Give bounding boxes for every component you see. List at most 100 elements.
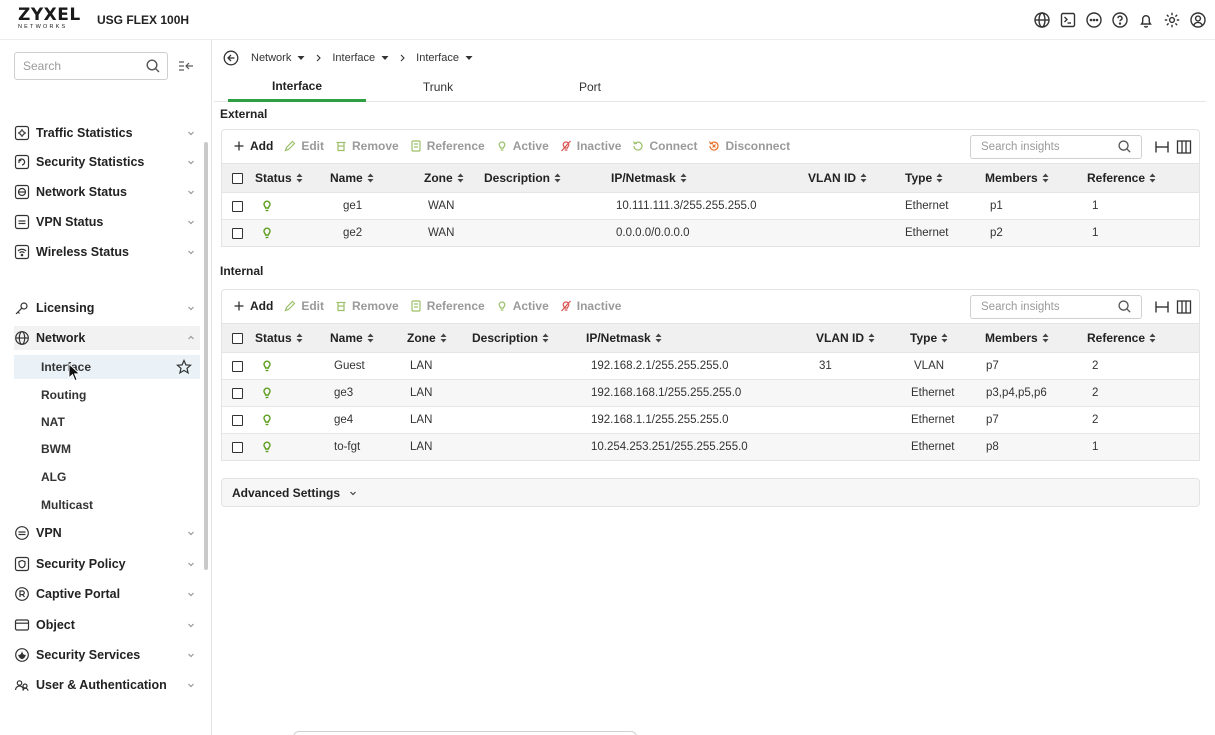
sidebar-search-input[interactable] <box>15 53 140 79</box>
sidebar-item-wireless-status[interactable]: Wireless Status <box>14 240 200 264</box>
star-icon[interactable] <box>176 359 192 375</box>
sidebar-scrollbar[interactable] <box>204 142 208 570</box>
column-header-reference[interactable]: Reference <box>1087 324 1156 352</box>
column-header-ip[interactable]: IP/Netmask <box>586 324 662 352</box>
row-checkbox[interactable] <box>232 387 243 399</box>
sort-icon <box>367 173 374 183</box>
connect-button[interactable]: Connect <box>631 139 697 153</box>
inactive-button[interactable]: Inactive <box>559 299 621 313</box>
sidebar-item-object[interactable]: Object <box>14 613 200 637</box>
sidebar-item-security-policy[interactable]: Security Policy <box>14 552 200 576</box>
sidebar-item-user-authentication[interactable]: User & Authentication <box>14 673 200 697</box>
sidebar-item-licensing[interactable]: Licensing <box>14 296 200 320</box>
edit-button[interactable]: Edit <box>283 139 324 153</box>
reference-button[interactable]: Reference <box>409 299 485 313</box>
shield-icon <box>15 648 29 662</box>
column-header-type[interactable]: Type <box>905 164 943 192</box>
column-header-description[interactable]: Description <box>472 324 549 352</box>
sidebar-item-security-statistics[interactable]: Security Statistics <box>14 150 200 174</box>
sidebar-subitem-interface[interactable]: Interface <box>14 355 200 379</box>
bell-icon[interactable] <box>1137 11 1155 29</box>
table-row[interactable]: ge3 LAN 192.168.168.1/255.255.255.0 Ethe… <box>222 379 1199 406</box>
chat-icon[interactable] <box>1085 11 1103 29</box>
column-header-reference[interactable]: Reference <box>1087 164 1156 192</box>
table-row[interactable]: ge4 LAN 192.168.1.1/255.255.255.0 Ethern… <box>222 406 1199 433</box>
column-label: Members <box>985 331 1038 345</box>
table-row[interactable]: to-fgt LAN 10.254.253.251/255.255.255.0 … <box>222 433 1199 460</box>
tab-interface[interactable]: Interface <box>228 72 366 102</box>
row-checkbox[interactable] <box>232 200 243 212</box>
settings-icon[interactable] <box>1163 11 1181 29</box>
table-row[interactable]: ge2 WAN 0.0.0.0/0.0.0.0 Ethernet p2 1 <box>222 219 1199 246</box>
tab-trunk[interactable]: Trunk <box>388 72 488 102</box>
select-all-checkbox[interactable] <box>232 172 243 184</box>
back-icon[interactable] <box>223 50 239 66</box>
column-header-zone[interactable]: Zone <box>407 324 447 352</box>
reference-button[interactable]: Reference <box>409 139 485 153</box>
search-icon[interactable] <box>1117 139 1132 154</box>
active-button[interactable]: Active <box>495 299 549 313</box>
sidebar-item-vpn[interactable]: VPN <box>14 521 200 545</box>
add-button[interactable]: Add <box>232 299 273 313</box>
column-header-members[interactable]: Members <box>985 324 1049 352</box>
columns-icon[interactable] <box>1176 139 1192 155</box>
sidebar-subitem-bwm[interactable]: BWM <box>14 437 200 461</box>
table-row[interactable]: Guest LAN 192.168.2.1/255.255.255.0 31 V… <box>222 352 1199 379</box>
bulb-off-icon <box>560 300 571 312</box>
sidebar-subitem-nat[interactable]: NAT <box>14 410 200 434</box>
globe-icon[interactable] <box>1033 11 1051 29</box>
cli-icon[interactable] <box>1059 11 1077 29</box>
column-header-status[interactable]: Status <box>255 164 303 192</box>
zyxel-logo[interactable]: ZYXEL NETWORKS <box>18 7 81 31</box>
active-button[interactable]: Active <box>495 139 549 153</box>
sidebar-item-network[interactable]: Network <box>14 326 200 350</box>
add-button[interactable]: Add <box>232 139 273 153</box>
sidebar-subitem-routing[interactable]: Routing <box>14 383 200 407</box>
row-checkbox[interactable] <box>232 441 243 453</box>
column-header-vlan[interactable]: VLAN ID <box>816 324 875 352</box>
row-checkbox[interactable] <box>232 227 243 239</box>
sidebar-item-vpn-status[interactable]: VPN Status <box>14 210 200 234</box>
column-header-status[interactable]: Status <box>255 324 303 352</box>
remove-button[interactable]: Remove <box>334 139 399 153</box>
user-icon[interactable] <box>1189 11 1207 29</box>
columns-icon[interactable] <box>1176 299 1192 315</box>
select-all-checkbox[interactable] <box>232 332 243 344</box>
advanced-settings-toggle[interactable]: Advanced Settings <box>221 478 1200 507</box>
column-header-members[interactable]: Members <box>985 164 1049 192</box>
tab-port[interactable]: Port <box>540 72 640 102</box>
column-header-name[interactable]: Name <box>330 164 374 192</box>
column-header-vlan[interactable]: VLAN ID <box>808 164 867 192</box>
table-row[interactable]: ge1 WAN 10.111.111.3/255.255.255.0 Ether… <box>222 192 1199 219</box>
sidebar-item-security-services[interactable]: Security Services <box>14 643 200 667</box>
status-active-icon <box>263 227 271 239</box>
column-width-icon[interactable] <box>1154 299 1170 315</box>
column-header-zone[interactable]: Zone <box>424 164 464 192</box>
help-icon[interactable] <box>1111 11 1129 29</box>
collapse-sidebar-icon[interactable] <box>178 59 194 73</box>
breadcrumb-interface[interactable]: Interface <box>416 52 473 64</box>
column-width-icon[interactable] <box>1154 139 1170 155</box>
inactive-button[interactable]: Inactive <box>559 139 621 153</box>
external-search-input[interactable] <box>971 136 1111 158</box>
column-header-type[interactable]: Type <box>910 324 948 352</box>
row-checkbox[interactable] <box>232 360 243 372</box>
remove-button[interactable]: Remove <box>334 299 399 313</box>
status-cell <box>261 220 273 246</box>
breadcrumb-network[interactable]: Network <box>251 52 305 64</box>
sidebar-item-network-status[interactable]: Network Status <box>14 180 200 204</box>
edit-button[interactable]: Edit <box>283 299 324 313</box>
breadcrumb-interface-group[interactable]: Interface <box>332 52 389 64</box>
sidebar-subitem-multicast[interactable]: Multicast <box>14 493 200 517</box>
disconnect-button[interactable]: Disconnect <box>707 139 790 153</box>
internal-search-input[interactable] <box>971 296 1111 318</box>
row-checkbox[interactable] <box>232 414 243 426</box>
search-icon[interactable] <box>1117 299 1132 314</box>
sidebar-item-captive-portal[interactable]: Captive Portal <box>14 582 200 606</box>
column-header-name[interactable]: Name <box>330 324 374 352</box>
search-icon[interactable] <box>145 58 161 74</box>
sidebar-item-traffic-statistics[interactable]: Traffic Statistics <box>14 121 200 145</box>
column-header-ip[interactable]: IP/Netmask <box>611 164 687 192</box>
sidebar-subitem-alg[interactable]: ALG <box>14 465 200 489</box>
column-header-description[interactable]: Description <box>484 164 561 192</box>
